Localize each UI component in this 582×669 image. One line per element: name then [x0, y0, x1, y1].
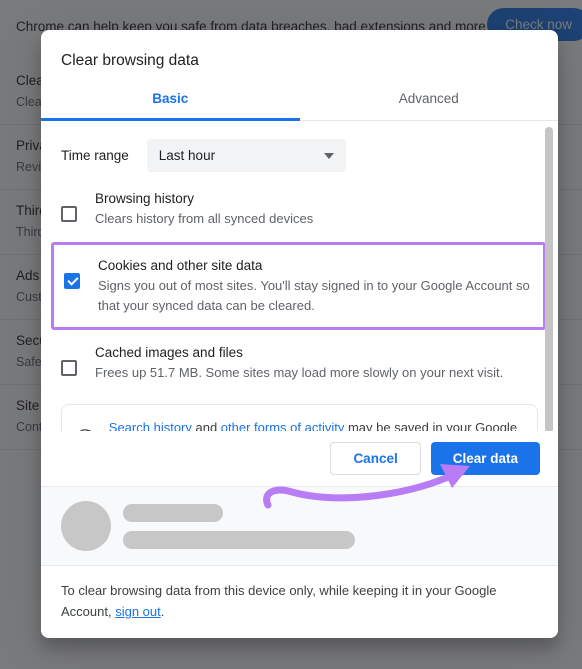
option-title: Cookies and other site data: [98, 258, 263, 273]
option-title: Browsing history: [95, 191, 195, 206]
account-skeleton-placeholder: [41, 486, 558, 566]
browsing-history-checkbox[interactable]: [61, 206, 77, 222]
info-card-text: Search history and other forms of activi…: [109, 417, 523, 431]
option-text: Cached images and files Frees up 51.7 MB…: [95, 343, 538, 383]
search-history-link[interactable]: Search history: [109, 420, 192, 431]
cached-images-checkbox[interactable]: [61, 360, 77, 376]
footer-text-end: .: [160, 604, 165, 619]
other-forms-of-activity-link[interactable]: other forms of activity: [221, 420, 345, 431]
time-range-value: Last hour: [158, 148, 216, 163]
dialog-action-bar: Cancel Clear data: [41, 431, 558, 486]
dialog-body: Time range Last hour Browsing history Cl…: [41, 121, 558, 431]
text-placeholder-lines: [123, 503, 538, 549]
option-text: Browsing history Clears history from all…: [95, 189, 538, 229]
time-range-select[interactable]: Last hour: [146, 139, 346, 172]
option-title: Cached images and files: [95, 345, 243, 360]
google-account-info-card: G Search history and other forms of acti…: [61, 404, 538, 431]
time-range-label: Time range: [61, 148, 129, 163]
sign-out-link[interactable]: sign out: [115, 604, 161, 619]
option-cookies-and-site-data[interactable]: Cookies and other site data Signs you ou…: [51, 242, 546, 330]
clear-browsing-data-dialog: Clear browsing data Basic Advanced Time …: [41, 30, 558, 638]
tab-basic[interactable]: Basic: [41, 84, 300, 121]
option-text: Cookies and other site data Signs you ou…: [98, 256, 533, 316]
placeholder-bar-short: [123, 503, 223, 522]
dialog-title: Clear browsing data: [61, 52, 199, 69]
dialog-scrollbar[interactable]: [544, 121, 554, 431]
google-g-icon: G: [76, 427, 93, 431]
dialog-tabs: Basic Advanced: [41, 84, 558, 121]
cookies-checkbox[interactable]: [64, 273, 80, 289]
cancel-button[interactable]: Cancel: [330, 442, 421, 475]
chevron-down-icon: [323, 153, 334, 159]
dialog-footer: To clear browsing data from this device …: [41, 566, 558, 638]
clear-data-button[interactable]: Clear data: [430, 442, 540, 475]
option-cached-images-and-files[interactable]: Cached images and files Frees up 51.7 MB…: [41, 332, 558, 394]
option-description: Frees up 51.7 MB. Some sites may load mo…: [95, 365, 504, 380]
scrollbar-thumb[interactable]: [545, 127, 553, 431]
info-text-part1: and: [191, 420, 221, 431]
option-description: Clears history from all synced devices: [95, 211, 314, 226]
placeholder-bar-long: [123, 530, 355, 549]
tab-advanced[interactable]: Advanced: [300, 84, 559, 120]
option-description: Signs you out of most sites. You'll stay…: [98, 278, 530, 313]
avatar-placeholder: [61, 501, 111, 551]
option-browsing-history[interactable]: Browsing history Clears history from all…: [41, 178, 558, 240]
time-range-row: Time range Last hour: [41, 127, 558, 178]
